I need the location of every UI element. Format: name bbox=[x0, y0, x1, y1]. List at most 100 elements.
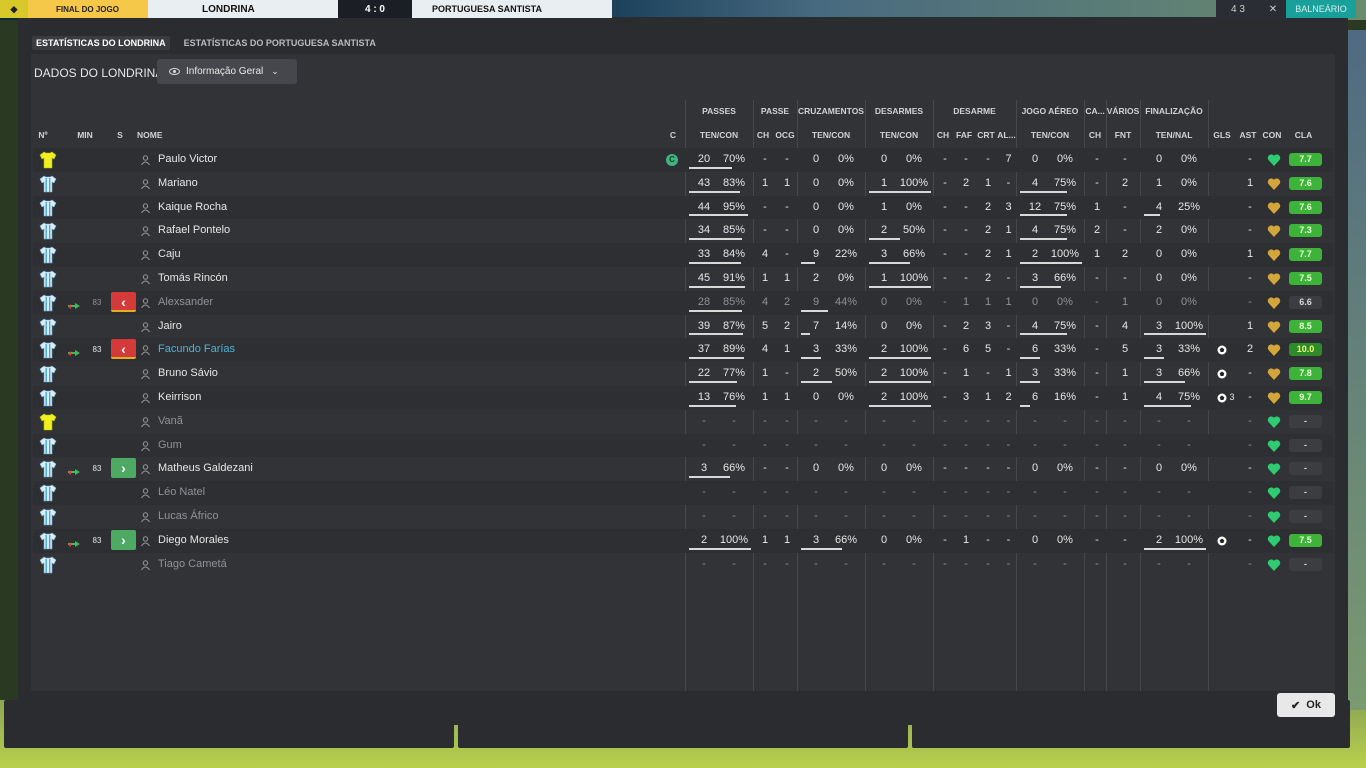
col-num[interactable]: Nº bbox=[33, 130, 53, 140]
player-name[interactable]: Mariano bbox=[158, 172, 198, 196]
stat-ca: - bbox=[1095, 557, 1099, 570]
col-aerial-tencon[interactable]: TEN/CON bbox=[1016, 130, 1084, 140]
col-c[interactable]: C bbox=[667, 130, 679, 140]
player-name[interactable]: Bruno Sávio bbox=[158, 362, 218, 386]
close-icon[interactable]: ✕ bbox=[1260, 0, 1286, 18]
sub-out-button[interactable]: ‹ bbox=[111, 339, 136, 360]
shirt-icon bbox=[39, 437, 57, 455]
sub-out-button[interactable]: ‹ bbox=[111, 291, 136, 312]
table-row[interactable]: Rafael Pontelo 34 85% 0 0% 2 50% 4 75% 2 0% - - - -2 1 2… bbox=[33, 219, 1333, 243]
stat-d_ch: - bbox=[943, 367, 947, 380]
player-name[interactable]: Rafael Pontelo bbox=[158, 219, 230, 243]
tab-portuguesa-stats[interactable]: ESTATÍSTICAS DO PORTUGUESA SANTISTA bbox=[180, 36, 380, 50]
table-row[interactable]: 83 ‹ Facundo Farías 37 89% 3 33% 2 100% 6 33% 3 33% 4… bbox=[33, 338, 1333, 363]
condition-heart-icon bbox=[1267, 391, 1281, 405]
col-ast[interactable]: AST bbox=[1236, 130, 1260, 140]
player-name[interactable]: Tiago Cametá bbox=[158, 553, 227, 577]
col-cross-tencon[interactable]: TEN/CON bbox=[797, 130, 865, 140]
stat-ast: - bbox=[1248, 509, 1252, 522]
player-name[interactable]: Jairo bbox=[158, 315, 182, 339]
player-name[interactable]: Vanã bbox=[158, 410, 183, 434]
player-name[interactable]: Paulo Victor bbox=[158, 148, 217, 172]
goal-ball-icon bbox=[1217, 369, 1227, 379]
col-faf[interactable]: FAF bbox=[953, 130, 975, 140]
shot-attempts: 2 bbox=[1155, 224, 1163, 237]
col-nome[interactable]: NOME bbox=[137, 130, 177, 140]
shot-percent: 25% bbox=[1177, 200, 1201, 213]
col-con[interactable]: CON bbox=[1260, 130, 1284, 140]
table-row[interactable]: 83 ‹ Alexsander 28 85% 9 44% 0 0% 0 0% 0 0% 4 2-1 1 1-1-… bbox=[33, 290, 1333, 315]
table-row[interactable]: Lucas Áfrico - - - - - - - - - - - - - - - - - - - - bbox=[33, 505, 1333, 529]
captain-badge: C bbox=[666, 154, 678, 166]
col-tackle-tencon[interactable]: TEN/CON bbox=[865, 130, 933, 140]
exit-button[interactable]: BALNEÁRIO bbox=[1286, 0, 1356, 18]
player-name[interactable]: Léo Natel bbox=[158, 481, 205, 505]
table-row[interactable]: 83 › Matheus Galdezani 3 66% 0 0% 0 0% 0 0% 0 0% - - - -… bbox=[33, 457, 1333, 481]
stat-ch1: 5 bbox=[761, 319, 769, 332]
col-s[interactable]: S bbox=[115, 130, 125, 140]
sub-in-button[interactable]: › bbox=[111, 458, 136, 479]
table-row[interactable]: Keirrison 13 76% 0 0% 2 100% 6 16% 4 75% 1 1-3 1 2-1-3… bbox=[33, 385, 1333, 410]
player-name[interactable]: Gum bbox=[158, 434, 182, 458]
stat-ocg: - bbox=[785, 557, 789, 570]
table-row[interactable]: Paulo Victor C 20 70% 0 0% 0 0% 0 0% 0 0% - - - - -7- - -7… bbox=[33, 148, 1333, 172]
table-row[interactable]: Mariano 43 83% 0 0% 1 100% 4 75% 1 0% 1 1-2 1- -2 1 7.6 bbox=[33, 172, 1333, 196]
col-crt[interactable]: CRT bbox=[975, 130, 997, 140]
table-row[interactable]: Tomás Rincón 45 91% 2 0% 1 100% 3 66% 0 0% 1 1- -2- - -… bbox=[33, 267, 1333, 291]
player-name[interactable]: Diego Morales bbox=[158, 529, 229, 553]
table-row[interactable]: Bruno Sávio 22 77% 2 50% 2 100% 3 33% 3 66% 1- -1-1-… bbox=[33, 362, 1333, 386]
stat-faf: - bbox=[964, 486, 968, 499]
shot-attempts: 1 bbox=[1155, 176, 1163, 189]
col-min[interactable]: MIN bbox=[73, 130, 97, 140]
col-ch[interactable]: CH bbox=[753, 130, 773, 140]
tab-londrina-stats[interactable]: ESTATÍSTICAS DO LONDRINA bbox=[32, 36, 170, 50]
col-desarme-ch[interactable]: CH bbox=[933, 130, 953, 140]
cross-bar bbox=[801, 380, 832, 383]
player-name[interactable]: Keirrison bbox=[158, 386, 201, 410]
col-ocg[interactable]: OCG bbox=[773, 130, 797, 140]
aerial-bar bbox=[1020, 404, 1030, 407]
person-icon bbox=[141, 559, 150, 570]
sub-minute: 83 bbox=[92, 535, 102, 545]
player-name[interactable]: Caju bbox=[158, 243, 181, 267]
stat-ch1: 1 bbox=[761, 390, 769, 403]
player-name[interactable]: Kaique Rocha bbox=[158, 196, 227, 220]
col-ca-ch[interactable]: CH bbox=[1084, 130, 1106, 140]
table-row[interactable]: Kaique Rocha 44 95% 0 0% 1 0% 12 75% 4 25% - - - -2 3 1-… bbox=[33, 195, 1333, 220]
sub-in-button[interactable]: › bbox=[111, 529, 136, 550]
stat-ast: - bbox=[1248, 295, 1252, 308]
col-al[interactable]: AL... bbox=[997, 130, 1016, 140]
cross-attempts: 0 bbox=[812, 153, 820, 165]
table-row[interactable]: 83 › Diego Morales 2 100% 3 66% 0 0% 0 0% 2 100% 1 1-1… bbox=[33, 528, 1333, 553]
stat-ast: - bbox=[1248, 200, 1252, 213]
col-gls[interactable]: GLS bbox=[1210, 130, 1234, 140]
player-name[interactable]: Facundo Farías bbox=[158, 338, 235, 362]
cross-percent: 44% bbox=[834, 295, 858, 308]
count-button[interactable]: 4 3 bbox=[1216, 0, 1260, 18]
player-name[interactable]: Alexsander bbox=[158, 291, 213, 315]
aerial-percent: 33% bbox=[1053, 343, 1077, 356]
table-row[interactable]: Vanã - - - - - - - - - - - - - - - - - - - - bbox=[33, 410, 1333, 434]
shot-attempts: 0 bbox=[1155, 248, 1163, 261]
cross-percent: - bbox=[844, 486, 848, 499]
table-row[interactable]: Caju 33 84% 9 22% 3 66% 2 100% 0 0% 4- - -2 1 1 2 1 7.7 bbox=[33, 243, 1333, 267]
col-tennal[interactable]: TEN/NAL bbox=[1140, 130, 1208, 140]
stat-al: - bbox=[1006, 438, 1011, 451]
tackle-bar bbox=[869, 238, 900, 241]
col-fnt[interactable]: FNT bbox=[1106, 130, 1140, 140]
view-dropdown[interactable]: Informação Geral ⌄ bbox=[157, 59, 297, 84]
table-row[interactable]: Gum - - - - - - - - - - - - - - - - - - - - bbox=[33, 433, 1333, 458]
tackle-attempts: - bbox=[882, 486, 886, 499]
stat-faf: 6 bbox=[962, 343, 970, 356]
ok-button[interactable]: ✔ Ok bbox=[1277, 693, 1335, 717]
table-row[interactable]: Léo Natel - - - - - - - - - - - - - - - - - - - - bbox=[33, 481, 1333, 505]
table-row[interactable]: Tiago Cametá - - - - - - - - - - - - - - - - - - - - bbox=[33, 553, 1333, 577]
col-cla[interactable]: CLA bbox=[1287, 130, 1320, 140]
stat-ch1: - bbox=[763, 414, 767, 427]
shot-percent: 0% bbox=[1181, 271, 1197, 284]
table-row[interactable]: Jairo 39 87% 7 14% 0 0% 4 75% 3 100% 5 2-2 3- -4 1 8.5 bbox=[33, 315, 1333, 339]
player-name[interactable]: Tomás Rincón bbox=[158, 267, 228, 291]
player-name[interactable]: Matheus Galdezani bbox=[158, 457, 253, 481]
player-name[interactable]: Lucas Áfrico bbox=[158, 505, 219, 529]
col-pass-tencon[interactable]: TEN/CON bbox=[685, 130, 753, 140]
